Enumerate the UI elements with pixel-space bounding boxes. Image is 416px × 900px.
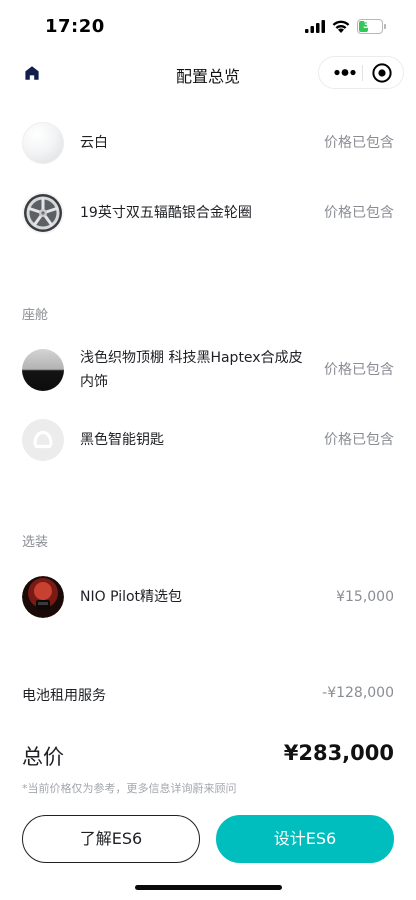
list-item: 19英寸双五辐酷银合金轮圈 价格已包含	[0, 183, 416, 243]
list-item: 黑色智能钥匙 价格已包含	[0, 410, 416, 470]
learn-es6-button[interactable]: 了解ES6	[22, 815, 200, 863]
wifi-icon	[332, 20, 350, 33]
list-item: NIO Pilot精选包 ¥15,000	[0, 567, 416, 627]
battery-service-label: 电池租用服务	[22, 688, 106, 704]
battery-tip	[384, 24, 386, 29]
list-item: 浅色织物顶棚 科技黑Haptex合成皮 内饰 价格已包含	[0, 340, 416, 400]
item-price: 价格已包含	[324, 205, 394, 221]
item-label: 黑色智能钥匙	[80, 432, 164, 448]
item-price: 价格已包含	[324, 432, 394, 448]
home-indicator	[135, 885, 282, 890]
item-price: 价格已包含	[324, 135, 394, 151]
item-label-line1: 浅色织物顶棚 科技黑Haptex合成皮	[80, 350, 303, 366]
cellular-signal-icon	[305, 20, 325, 33]
more-dots-icon[interactable]	[329, 57, 361, 88]
item-price: ¥15,000	[336, 589, 394, 605]
item-label: 浅色织物顶棚 科技黑Haptex合成皮 内饰	[80, 346, 303, 394]
section-title-cabin: 座舱	[22, 308, 49, 323]
item-price: 价格已包含	[324, 362, 394, 378]
white-paint-swatch	[22, 122, 64, 164]
nio-pilot-thumb	[22, 576, 64, 618]
item-label: 19英寸双五辐酷银合金轮圈	[80, 205, 252, 221]
battery-level-text: 37	[363, 20, 377, 31]
mini-program-capsule	[318, 56, 404, 89]
item-label: 云白	[80, 135, 108, 151]
price-disclaimer: *当前价格仅为参考，更多信息详询蔚来顾问	[22, 782, 237, 795]
total-label: 总价	[22, 745, 64, 769]
interior-swatch	[22, 349, 64, 391]
battery-service-price: -¥128,000	[322, 685, 394, 701]
item-label-line2: 内饰	[80, 374, 108, 390]
wheel-rim-thumb	[22, 192, 64, 234]
section-title-options: 选装	[22, 535, 49, 550]
nav-bar: 配置总览	[0, 54, 416, 94]
status-time: 17:20	[45, 16, 105, 37]
target-icon[interactable]	[371, 62, 393, 84]
battery-icon: 37	[357, 19, 383, 34]
list-item: 云白 价格已包含	[0, 113, 416, 173]
item-label: NIO Pilot精选包	[80, 589, 183, 605]
status-bar: 17:20 37	[0, 0, 416, 54]
smart-key-thumb	[22, 419, 64, 461]
total-price: ¥283,000	[283, 741, 394, 765]
capsule-divider	[362, 65, 363, 81]
design-es6-button[interactable]: 设计ES6	[216, 815, 394, 863]
